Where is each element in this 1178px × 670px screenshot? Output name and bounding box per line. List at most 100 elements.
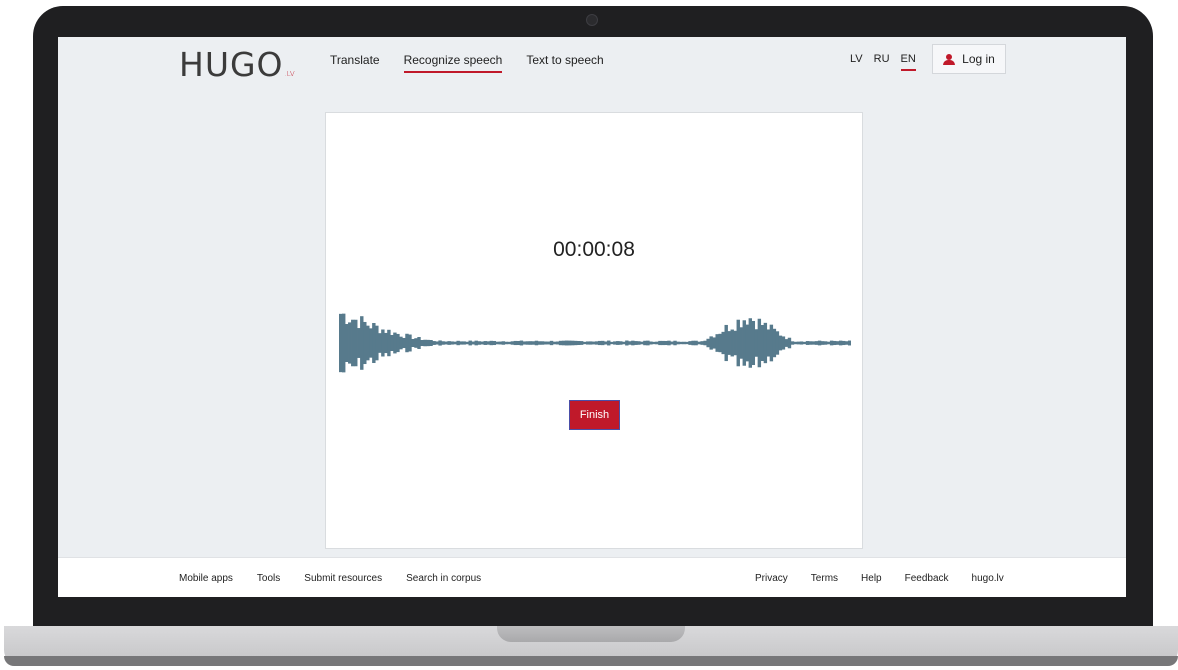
footer-right-links: Privacy Terms Help Feedback hugo.lv [755,573,1027,584]
waveform-bar [616,341,620,345]
waveform-bar [622,341,626,345]
waveform-bar [426,339,430,347]
waveform-bar [745,324,749,362]
waveform-bar [549,340,554,346]
waveform-bar [396,333,400,353]
footer-link-submit-resources[interactable]: Submit resources [304,573,382,584]
waveform-bar [405,333,409,353]
waveform-bar [787,337,792,349]
waveform-bar [552,341,557,345]
waveform-bar [718,333,722,353]
footer-link-feedback[interactable]: Feedback [905,573,949,584]
footer-link-help[interactable]: Help [861,573,882,584]
waveform-bar [601,340,605,346]
footer-link-terms[interactable]: Terms [811,573,838,584]
waveform-bar [715,334,719,352]
waveform-bar [736,319,740,367]
waveform-bar [700,341,704,345]
waveform-bar [682,341,686,345]
waveform-bar [835,341,840,345]
footer-link-search-in-corpus[interactable]: Search in corpus [406,573,481,584]
waveform-bar [661,340,665,346]
waveform-bar [531,341,536,345]
waveform-bar [775,331,780,355]
waveform-bar [510,341,515,345]
waveform-bar [495,341,500,345]
waveform-bar [637,341,641,345]
nav-translate[interactable]: Translate [330,53,380,73]
finish-button[interactable]: Finish [569,400,620,430]
waveform-bar [724,324,728,362]
waveform-bar [414,338,418,348]
waveform-bar [772,328,777,358]
waveform-bar [670,341,674,345]
nav-text-to-speech[interactable]: Text to speech [526,53,603,73]
waveform-bar [417,337,421,349]
waveform-bar [387,329,391,357]
waveform-bar [799,341,804,345]
laptop-notch [497,626,685,642]
waveform-bar [706,338,710,348]
waveform-bar [679,341,683,345]
waveform-bar [826,341,831,345]
waveform-bar [805,341,810,345]
footer-link-tools[interactable]: Tools [257,573,280,584]
waveform-bar [838,340,843,346]
waveform-bar [375,325,379,361]
lang-lv[interactable]: LV [850,53,863,71]
waveform-bar [435,341,439,345]
waveform-bar [483,341,487,345]
waveform-bar [468,340,472,346]
waveform-bar [676,341,680,345]
login-button[interactable]: Log in [932,44,1006,74]
waveform-bar [564,340,569,346]
waveform-bar [378,333,382,353]
waveform-bar [465,341,469,345]
waveform-bar [841,340,846,346]
nav-recognize-speech[interactable]: Recognize speech [403,53,502,73]
waveform-bar [709,336,713,350]
waveform-bar [501,341,506,345]
waveform-bar [522,341,527,345]
waveform-bar [519,340,524,346]
waveform-bar [643,340,647,346]
lang-en[interactable]: EN [900,53,917,71]
waveform-bar [492,340,497,346]
waveform-bar [667,340,671,346]
waveform-bar [811,341,816,345]
waveform-bar [528,341,533,345]
waveform-bar [823,341,828,345]
waveform-bar [366,325,370,361]
waveform-bar [607,340,611,346]
waveform-bar [474,340,478,346]
footer-link-privacy[interactable]: Privacy [755,573,788,584]
waveform-bar [802,341,807,345]
waveform-bar [450,341,454,345]
lang-ru[interactable]: RU [874,53,890,71]
waveform-bar [345,324,349,362]
waveform-bar [453,341,457,345]
footer-left-links: Mobile apps Tools Submit resources Searc… [179,573,505,584]
waveform-bar [610,341,614,345]
waveform-bar [567,340,572,346]
footer-link-mobile-apps[interactable]: Mobile apps [179,573,233,584]
footer-link-hugo-lv[interactable]: hugo.lv [972,573,1004,584]
waveform-bar [796,341,801,345]
waveform-bar [673,340,677,346]
waveform-bar [760,325,765,361]
logo[interactable]: HUGO.LV [179,45,295,84]
screen: HUGO.LV Translate Recognize speech Text … [58,37,1126,597]
waveform-bar [829,340,834,346]
recording-timer: 00:00:08 [553,238,635,261]
waveform-bar [447,341,451,345]
waveform-bar [754,329,759,357]
waveform-bar [441,341,445,345]
waveform-bar [585,341,590,345]
waveform-bar [751,320,756,366]
waveform-bar [462,341,466,345]
finish-label: Finish [579,409,610,421]
waveform-bar [573,340,578,346]
waveform-bar [634,341,638,345]
waveform-bar [582,341,587,345]
waveform-bar [697,341,701,345]
